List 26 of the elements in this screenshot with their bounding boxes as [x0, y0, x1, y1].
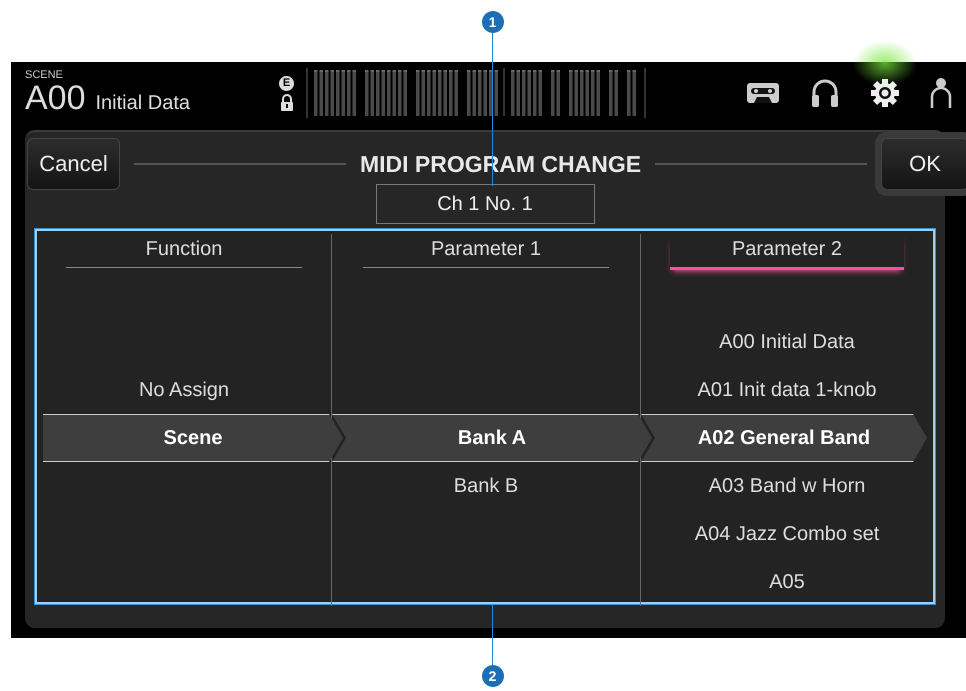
- scene-number: A00: [25, 80, 86, 116]
- column-header[interactable]: Function: [66, 234, 302, 268]
- headphones-icon[interactable]: [810, 78, 840, 108]
- list-item[interactable]: A04 Jazz Combo set: [641, 510, 933, 558]
- channel-number-field[interactable]: Ch 1 No. 1: [376, 184, 594, 224]
- leader-line: [492, 605, 494, 665]
- list-item[interactable]: A05: [641, 558, 933, 606]
- callout-number: 1: [482, 11, 504, 33]
- column-header[interactable]: Parameter 1: [362, 234, 610, 268]
- column-header[interactable]: Parameter 2: [670, 234, 904, 270]
- edit-indicator: E: [279, 76, 294, 90]
- scene-label: SCENE: [25, 70, 64, 80]
- list-item[interactable]: Bank A: [332, 414, 652, 462]
- scene-name: Initial Data: [96, 92, 190, 115]
- list-item[interactable]: A01 Init data 1-knob: [641, 366, 933, 414]
- callout-number: 2: [482, 665, 504, 687]
- settings-icon[interactable]: [870, 78, 900, 108]
- user-icon[interactable]: [930, 77, 952, 109]
- cassette-icon[interactable]: [746, 80, 780, 106]
- cancel-button[interactable]: Cancel: [27, 138, 120, 190]
- list-item[interactable]: Scene: [43, 414, 343, 462]
- list-item[interactable]: A02 General Band: [641, 414, 927, 462]
- list-item[interactable]: A03 Band w Horn: [641, 462, 933, 510]
- list-item[interactable]: No Assign: [37, 366, 331, 414]
- list-item[interactable]: Bank B: [332, 462, 640, 510]
- list-item[interactable]: A00 Initial Data: [641, 318, 933, 366]
